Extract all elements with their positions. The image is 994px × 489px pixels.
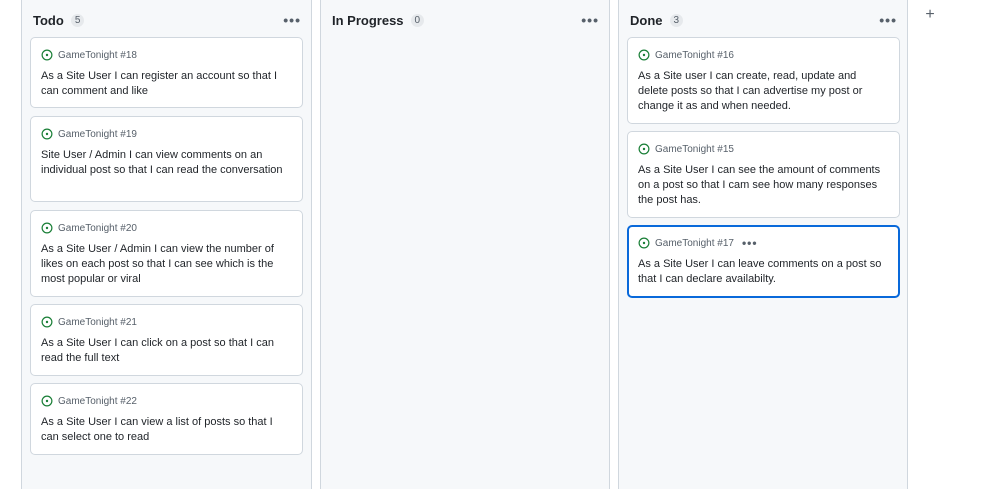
- issue-reference[interactable]: GameTonight #21: [58, 317, 137, 328]
- column-menu-icon[interactable]: •••: [283, 13, 301, 27]
- issue-title: As a Site User I can register an account…: [41, 70, 278, 97]
- issue-card[interactable]: GameTonight #19 Site User / Admin I can …: [30, 116, 303, 202]
- column-menu-icon[interactable]: •••: [879, 13, 897, 27]
- issue-reference[interactable]: GameTonight #18: [58, 50, 137, 61]
- issue-opened-icon: [41, 316, 53, 328]
- issue-card-selected[interactable]: GameTonight #17 ••• As a Site User I can…: [627, 225, 900, 298]
- column-todo: Todo 5 ••• GameTonight #18 As a Site Use…: [21, 0, 312, 489]
- column-count: 3: [669, 13, 684, 27]
- column-title: Todo: [33, 12, 64, 28]
- issue-opened-icon: [41, 222, 53, 234]
- issue-reference[interactable]: GameTonight #22: [58, 396, 137, 407]
- issue-opened-icon: [41, 49, 53, 61]
- add-column-button[interactable]: +: [917, 2, 943, 28]
- issue-opened-icon: [638, 237, 650, 249]
- column-header: In Progress 0 •••: [332, 11, 599, 29]
- issue-title: As a Site User I can leave comments on a…: [638, 258, 882, 285]
- plus-icon: +: [925, 6, 935, 23]
- card-menu-icon[interactable]: •••: [742, 236, 758, 250]
- issue-title: As a Site User I can click on a post so …: [41, 337, 274, 364]
- issue-reference[interactable]: GameTonight #20: [58, 223, 137, 234]
- issue-title: Site User / Admin I can view comments on…: [41, 149, 283, 176]
- issue-card[interactable]: GameTonight #15 As a Site User I can see…: [627, 131, 900, 218]
- column-count: 5: [70, 13, 85, 27]
- column-in-progress: In Progress 0 •••: [320, 0, 610, 489]
- issue-card[interactable]: GameTonight #18 As a Site User I can reg…: [30, 37, 303, 108]
- issue-card[interactable]: GameTonight #22 As a Site User I can vie…: [30, 383, 303, 455]
- issue-opened-icon: [638, 143, 650, 155]
- column-title: Done: [630, 12, 663, 28]
- column-header: Todo 5 •••: [33, 11, 301, 29]
- issue-card[interactable]: GameTonight #21 As a Site User I can cli…: [30, 304, 303, 376]
- column-header: Done 3 •••: [630, 11, 897, 29]
- issue-reference[interactable]: GameTonight #19: [58, 129, 137, 140]
- column-menu-icon[interactable]: •••: [581, 13, 599, 27]
- issue-title: As a Site User I can view a list of post…: [41, 416, 273, 443]
- issue-reference[interactable]: GameTonight #15: [655, 144, 734, 155]
- issue-title: As a Site User I can see the amount of c…: [638, 164, 881, 206]
- issue-opened-icon: [41, 395, 53, 407]
- issue-title: As a Site User / Admin I can view the nu…: [41, 243, 274, 285]
- issue-reference[interactable]: GameTonight #16: [655, 50, 734, 61]
- column-count: 0: [410, 13, 425, 27]
- column-done: Done 3 ••• GameTonight #16 As a Site use…: [618, 0, 908, 489]
- issue-reference[interactable]: GameTonight #17: [655, 238, 734, 249]
- issue-opened-icon: [638, 49, 650, 61]
- issue-card[interactable]: GameTonight #16 As a Site user I can cre…: [627, 37, 900, 124]
- issue-card[interactable]: GameTonight #20 As a Site User / Admin I…: [30, 210, 303, 297]
- column-title: In Progress: [332, 12, 404, 28]
- issue-title: As a Site user I can create, read, updat…: [638, 70, 863, 112]
- issue-opened-icon: [41, 128, 53, 140]
